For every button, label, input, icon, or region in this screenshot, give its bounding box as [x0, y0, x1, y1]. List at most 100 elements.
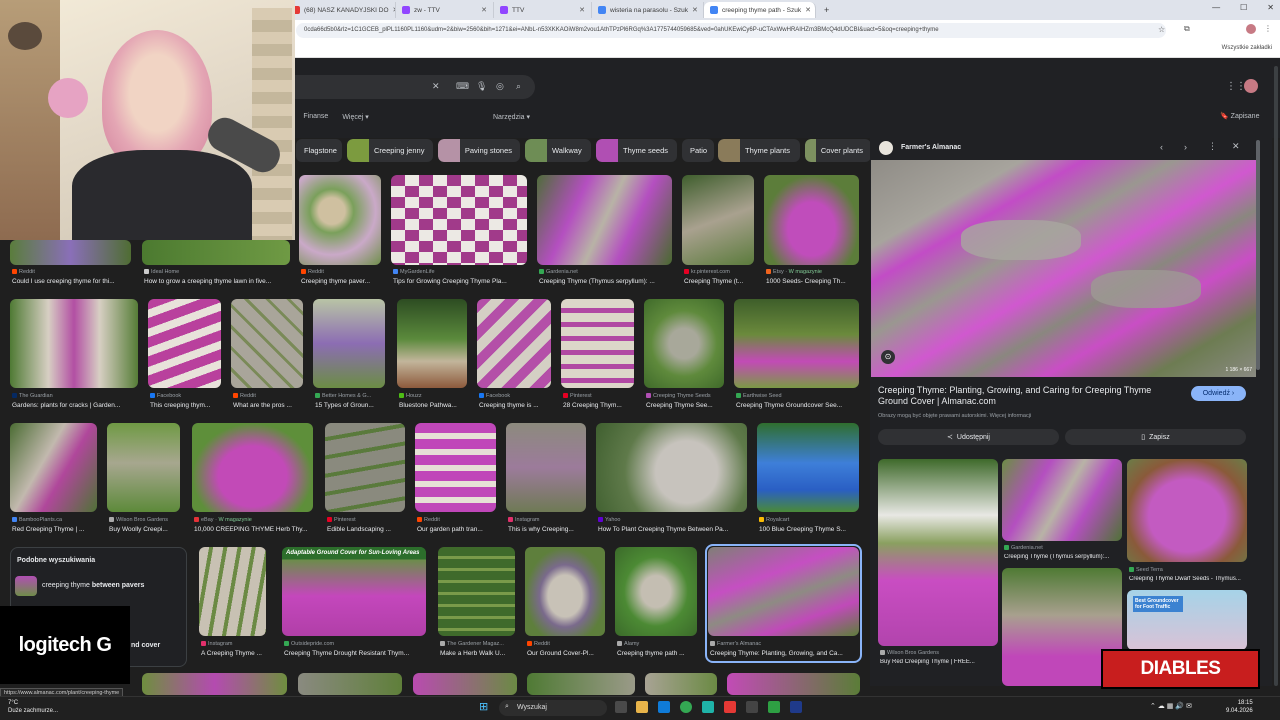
chip-patio[interactable]: Patio [682, 139, 714, 162]
result-title[interactable]: Our garden path tran... [417, 526, 497, 533]
browser-menu-icon[interactable]: ⋮ [1264, 24, 1272, 33]
result-title[interactable]: 10,000 CREEPING THYME Herb Thy... [194, 526, 314, 533]
weather-widget[interactable]: 7°C Duże zachmurze... [8, 699, 58, 715]
next-icon[interactable]: › [1184, 142, 1187, 152]
chip-thyme-plants[interactable]: Thyme plants [718, 139, 800, 162]
tab-more[interactable]: Więcej ▾ [342, 113, 368, 121]
clear-search-icon[interactable]: ✕ [432, 81, 440, 92]
result-title[interactable]: Creeping thyme is ... [479, 402, 553, 409]
task-view-icon[interactable] [615, 701, 627, 713]
result-title[interactable]: Creeping Thyme See... [646, 402, 728, 409]
chip-paving-stones[interactable]: Paving stones [438, 139, 520, 162]
maximize-icon[interactable]: ☐ [1240, 3, 1247, 12]
app-icon[interactable] [768, 701, 780, 713]
related-image[interactable] [1002, 459, 1122, 541]
panel-title[interactable]: Creeping Thyme: Planting, Growing, and C… [878, 385, 1168, 407]
close-tab-icon[interactable]: ✕ [481, 6, 487, 14]
windows-start-icon[interactable]: ⊞ [479, 700, 488, 713]
result-title[interactable]: Could I use creeping thyme for thi... [12, 278, 132, 285]
result-title[interactable]: How To Plant Creeping Thyme Between Pa..… [598, 526, 748, 533]
result-image[interactable] [148, 299, 221, 388]
result-title[interactable]: Creeping thyme paver... [301, 278, 383, 285]
address-bar[interactable]: 0cda66d5b0&rlz=1C1GCEB_plPL1160PL1160&ud… [296, 23, 1166, 38]
result-title[interactable]: Tips for Growing Creeping Thyme Pla... [393, 278, 527, 285]
result-title[interactable]: Creeping Thyme Drought Resistant Thym... [284, 650, 426, 657]
all-bookmarks-link[interactable]: Wszystkie zakładki [1222, 45, 1272, 51]
chip-flagstone[interactable]: Flagstone [296, 139, 342, 162]
microphone-icon[interactable]: 🎙 [476, 81, 487, 92]
result-image[interactable] [299, 175, 381, 265]
result-image[interactable] [10, 423, 97, 512]
preview-image[interactable]: ⊙ 1 186 × 667 [871, 160, 1256, 377]
result-image[interactable] [10, 240, 131, 265]
result-image[interactable] [727, 673, 860, 695]
app-icon[interactable] [746, 701, 758, 713]
close-window-icon[interactable]: ✕ [1267, 3, 1274, 12]
related-title[interactable]: Buy Red Creeping Thyme | FREE... [880, 659, 998, 665]
account-avatar[interactable] [1244, 79, 1258, 93]
lens-icon[interactable]: ◎ [496, 81, 504, 92]
result-title[interactable]: Gardens: plants for cracks | Garden... [12, 402, 138, 409]
photoshop-icon[interactable] [790, 701, 802, 713]
result-image[interactable] [397, 299, 467, 388]
clock[interactable]: 18:15 9.04.2026 [1226, 699, 1253, 715]
file-explorer-icon[interactable] [636, 701, 648, 713]
result-image[interactable] [413, 673, 517, 695]
result-title[interactable]: A Creeping Thyme ... [201, 650, 267, 657]
result-image[interactable] [298, 673, 402, 695]
result-image-selected[interactable] [708, 547, 859, 636]
taskbar-search[interactable]: ⌕ Wyszukaj [499, 700, 607, 716]
app-icon[interactable] [702, 701, 714, 713]
result-image[interactable] [477, 299, 551, 388]
related-image[interactable] [878, 459, 998, 646]
result-image[interactable] [734, 299, 859, 388]
result-title[interactable]: Make a Herb Walk U... [440, 650, 516, 657]
result-image[interactable] [391, 175, 527, 265]
result-image[interactable] [415, 423, 496, 512]
edge-icon[interactable] [658, 701, 670, 713]
result-title[interactable]: Our Ground Cover-Pl... [527, 650, 607, 657]
result-image[interactable] [682, 175, 754, 265]
extensions-icon[interactable]: ⧉ [1184, 24, 1190, 34]
saved-link[interactable]: 🔖 Zapisane [1220, 112, 1259, 120]
page-scrollbar[interactable] [1274, 66, 1278, 686]
close-tab-icon[interactable]: ✕ [579, 6, 585, 14]
result-title[interactable]: Creeping Thyme (Thymus serpyllum): ... [539, 278, 673, 285]
chip-creeping-jenny[interactable]: Creeping jenny [347, 139, 433, 162]
result-image[interactable] [107, 423, 180, 512]
app-icon[interactable] [724, 701, 736, 713]
new-tab-icon[interactable]: + [824, 5, 829, 15]
related-title[interactable]: Creeping Thyme (Thymus serpyllum):... [1004, 554, 1122, 560]
result-title[interactable]: 1000 Seeds- Creeping Th... [766, 278, 860, 285]
result-image[interactable] [10, 299, 138, 388]
more-icon[interactable]: ⋮ [1208, 141, 1217, 152]
result-title[interactable]: Creeping Thyme (t... [684, 278, 756, 285]
result-image[interactable] [199, 547, 266, 636]
result-title[interactable]: What are the pros ... [233, 402, 305, 409]
result-image[interactable] [313, 299, 385, 388]
result-title[interactable]: Creeping thyme path ... [617, 650, 699, 657]
browser-tab[interactable]: TTV ✕ [494, 2, 592, 18]
minimize-icon[interactable]: — [1212, 3, 1220, 12]
result-image[interactable] [192, 423, 313, 512]
tray-icons[interactable]: ⌃ ☁ ▦ 🔊 ✉ [1150, 702, 1192, 710]
close-tab-icon[interactable]: ✕ [805, 6, 811, 14]
result-title[interactable]: How to grow a creeping thyme lawn in fiv… [144, 278, 290, 285]
related-title[interactable]: Creeping Thyme Dwarf Seeds - Thymus... [1129, 576, 1247, 582]
result-title[interactable]: 100 Blue Creeping Thyme S... [759, 526, 860, 533]
result-title[interactable]: Red Creeping Thyme | ... [12, 526, 98, 533]
keyboard-icon[interactable]: ⌨ [456, 81, 469, 92]
result-image[interactable] [764, 175, 859, 265]
result-image[interactable] [561, 299, 634, 388]
chip-walkway[interactable]: Walkway [525, 139, 591, 162]
panel-source[interactable]: Farmer's Almanac [901, 144, 961, 151]
save-button[interactable]: ▯ Zapisz [1065, 429, 1246, 445]
result-title[interactable]: Creeping Thyme: Planting, Growing, and C… [710, 650, 860, 657]
lens-search-icon[interactable]: ⊙ [881, 350, 895, 364]
result-title[interactable]: Bluestone Pathwa... [399, 402, 469, 409]
result-image[interactable] [506, 423, 586, 512]
result-image[interactable] [231, 299, 303, 388]
profile-avatar[interactable] [1246, 24, 1256, 34]
apps-grid-icon[interactable]: ⋮⋮ [1226, 81, 1246, 92]
close-tab-icon[interactable]: ✕ [692, 6, 698, 14]
